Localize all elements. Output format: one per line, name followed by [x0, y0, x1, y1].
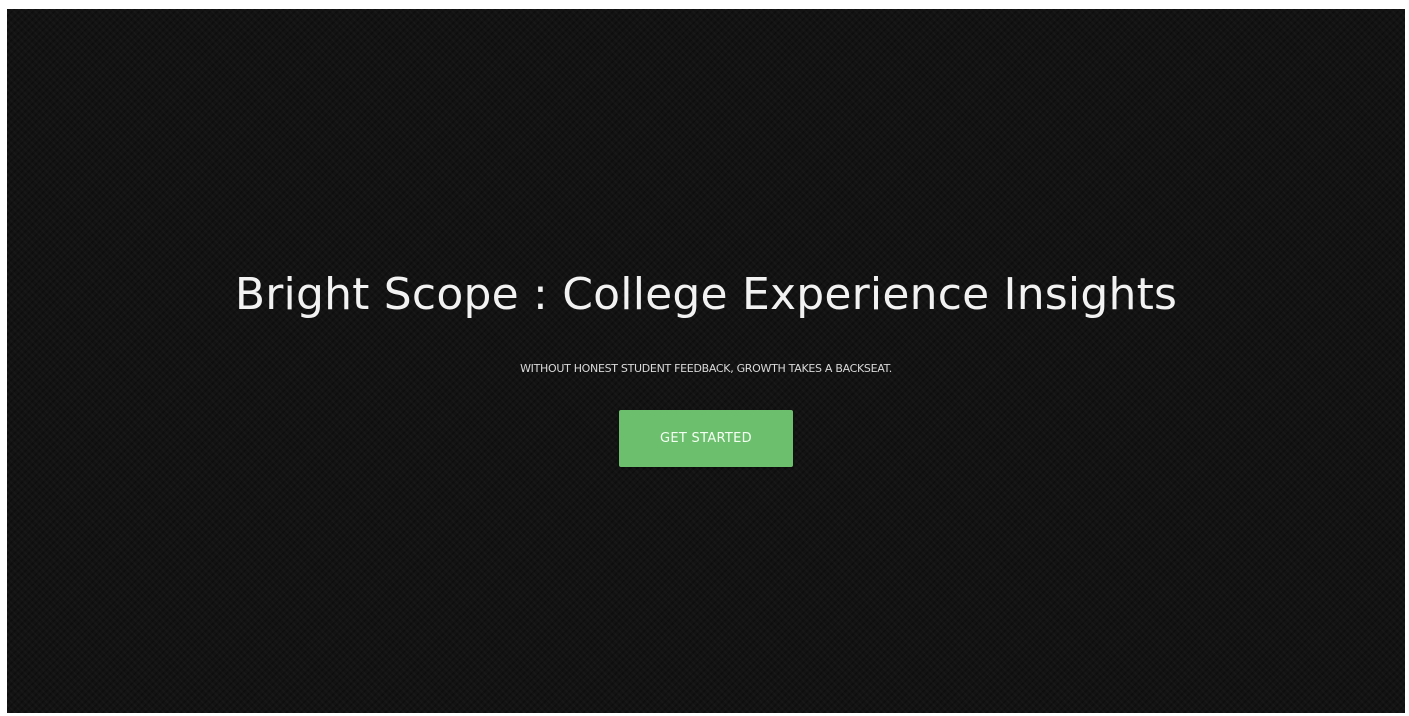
hero-content: Bright Scope : College Experience Insigh…: [7, 263, 1405, 467]
hero-title: Bright Scope : College Experience Insigh…: [234, 269, 1178, 320]
get-started-button[interactable]: GET STARTED: [619, 410, 793, 467]
hero-section: Bright Scope : College Experience Insigh…: [7, 9, 1405, 713]
hero-tagline: WITHOUT HONEST STUDENT FEEDBACK, GROWTH …: [520, 362, 892, 375]
